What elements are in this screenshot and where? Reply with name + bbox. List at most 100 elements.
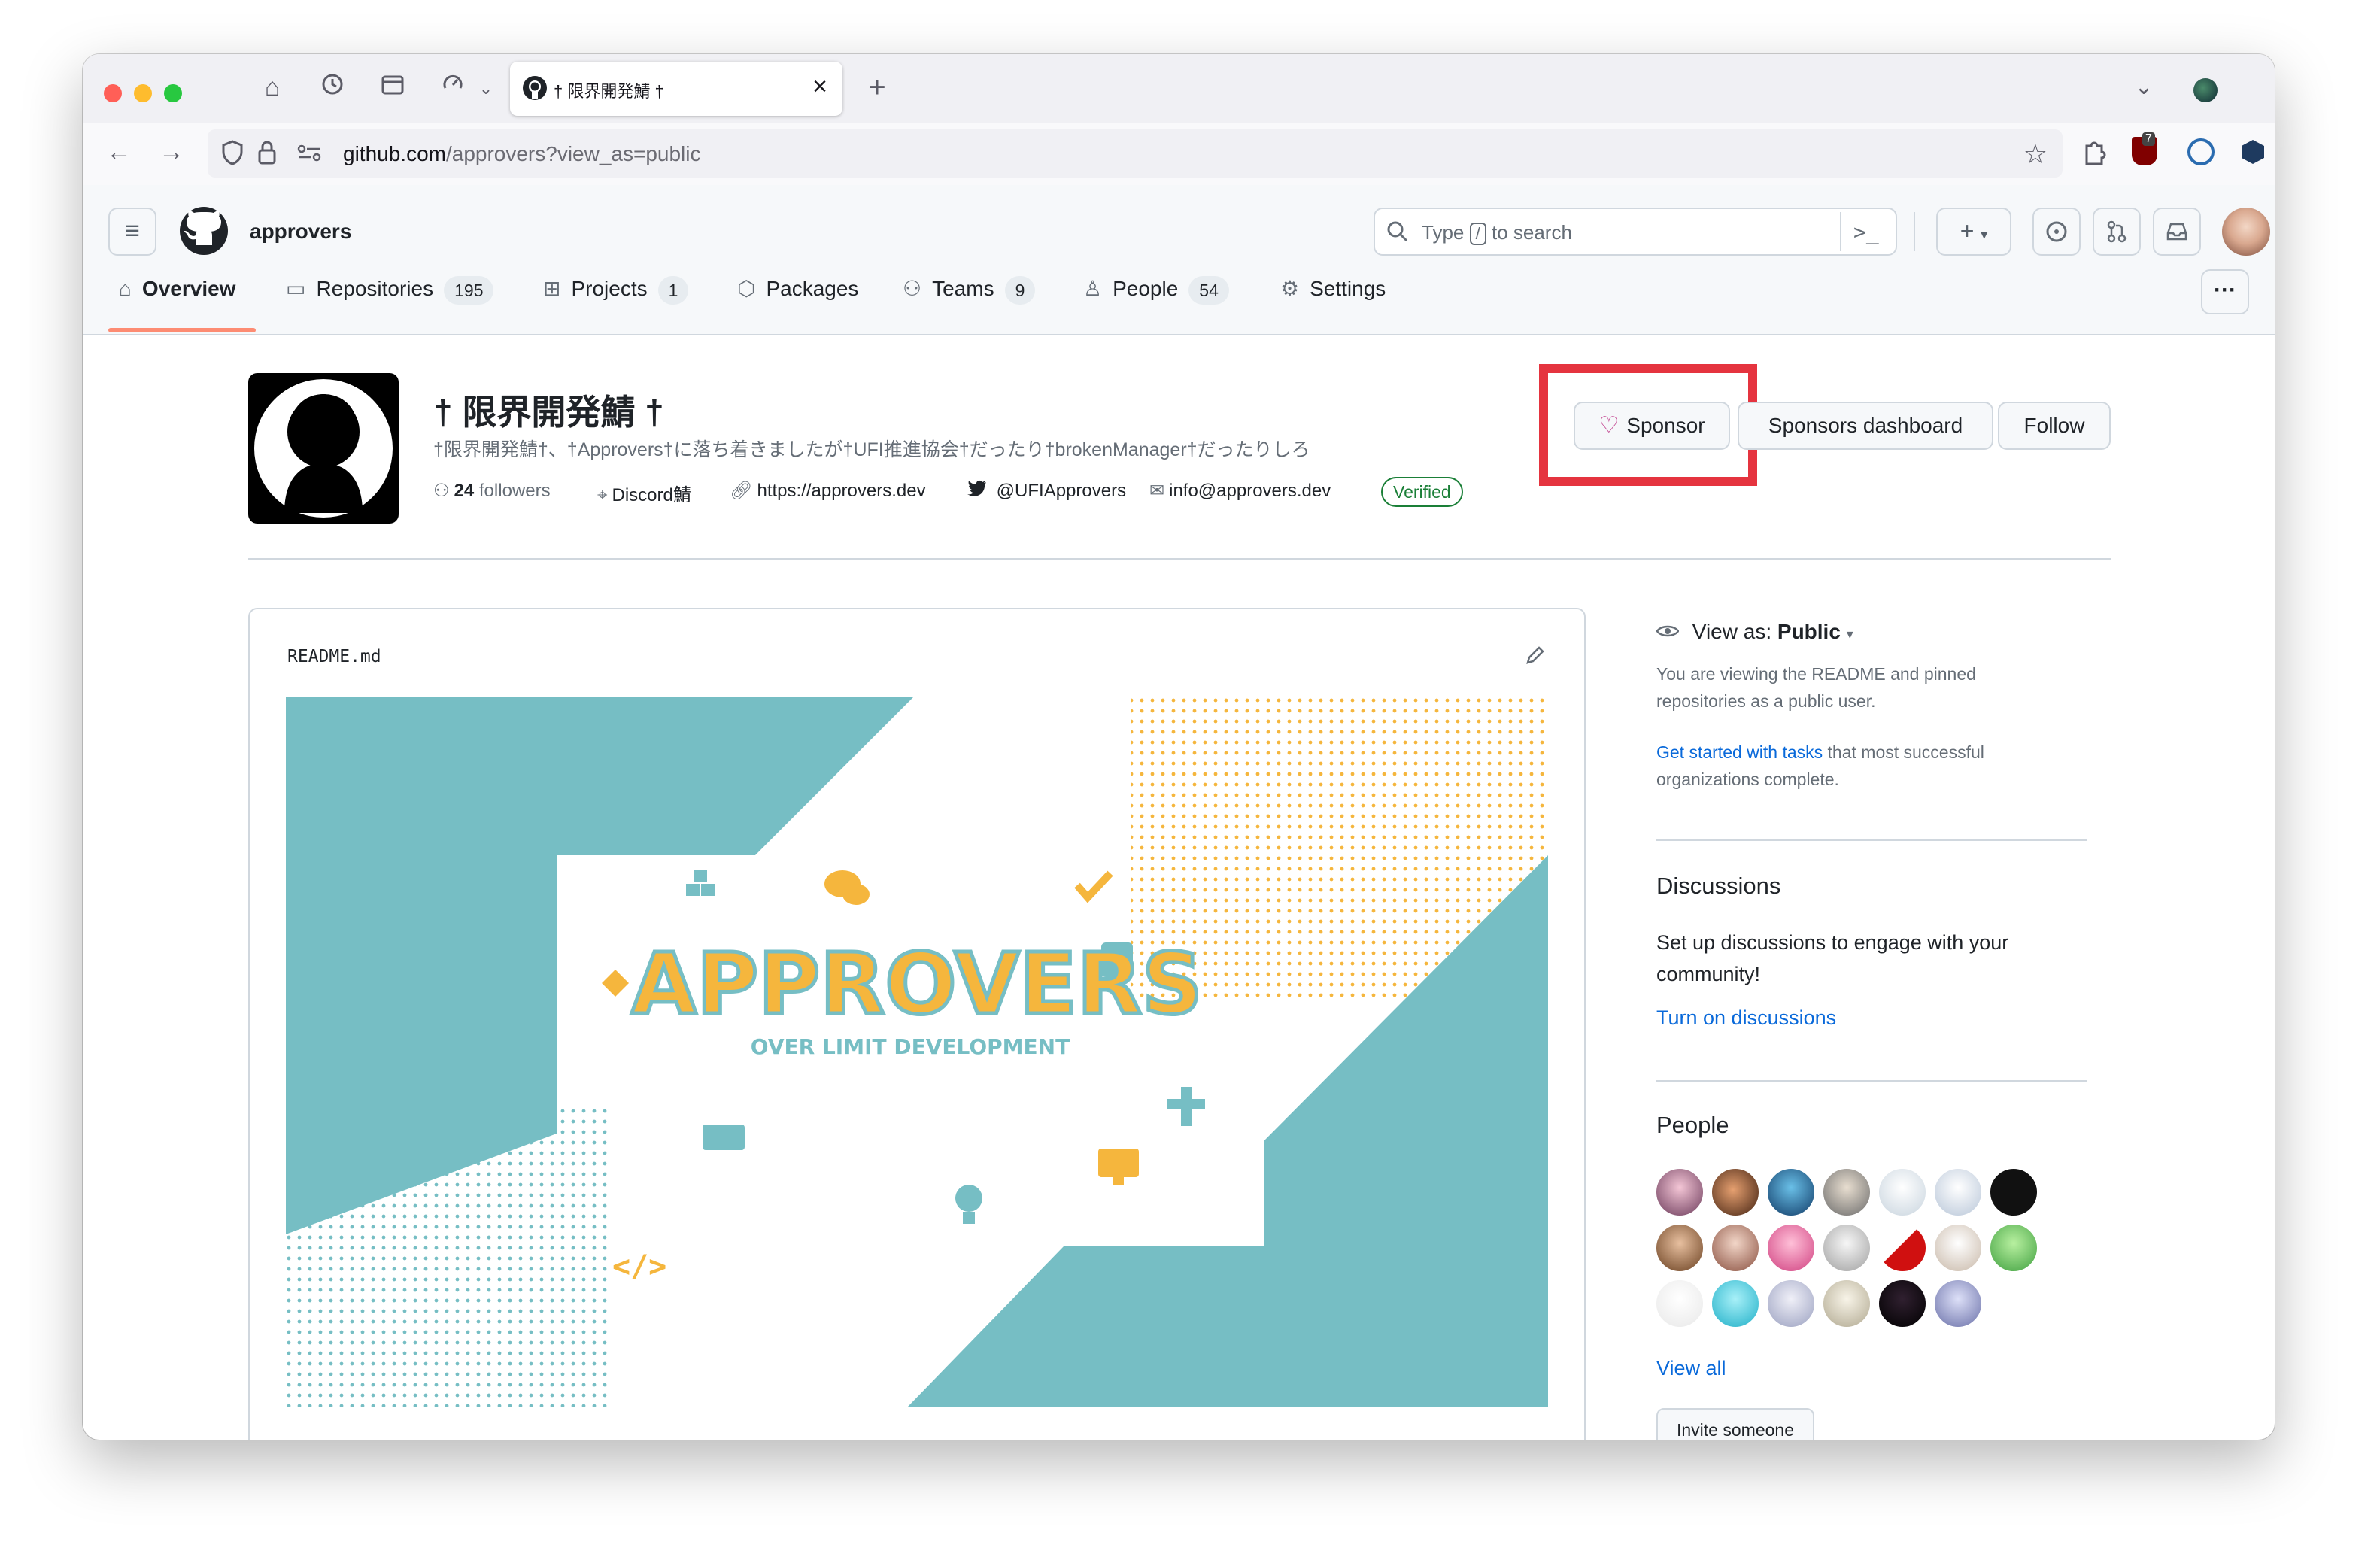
repo-icon: ▭ <box>286 277 306 300</box>
more-options-button[interactable]: ··· <box>2201 269 2249 314</box>
member-avatar[interactable] <box>1766 1279 1816 1328</box>
close-window-button[interactable] <box>104 84 122 102</box>
eye-icon <box>1656 620 1685 643</box>
github-logo-icon[interactable] <box>179 206 229 260</box>
forward-arrow-icon[interactable]: → <box>155 137 188 167</box>
get-started-link[interactable]: Get started with tasks <box>1656 742 1823 762</box>
search-icon <box>1386 220 1410 247</box>
member-avatar[interactable] <box>1989 1223 2038 1273</box>
turn-on-discussions-link[interactable]: Turn on discussions <box>1656 1006 1836 1030</box>
twitter-bird-icon <box>967 480 992 501</box>
profile-divider <box>248 558 2111 560</box>
member-avatar[interactable] <box>1822 1279 1872 1328</box>
svg-text:</>: </> <box>612 1249 666 1284</box>
member-avatar[interactable] <box>1655 1167 1705 1217</box>
tab-overview[interactable]: ⌂ Overview <box>119 268 235 310</box>
sponsors-dashboard-button[interactable]: Sponsors dashboard <box>1738 402 1993 450</box>
people-heading: People <box>1656 1112 1729 1138</box>
verified-badge[interactable]: Verified <box>1381 477 1463 507</box>
back-arrow-icon[interactable]: ← <box>102 137 135 167</box>
tab-repositories[interactable]: ▭ Repositories 195 <box>286 268 494 310</box>
view-as-dropdown[interactable]: View as: Public ▾ <box>1656 620 1853 644</box>
extension-badge: 7 <box>2142 132 2155 146</box>
pull-requests-button[interactable] <box>2093 208 2141 256</box>
address-bar[interactable]: github.com/approvers?view_as=public ☆ <box>208 129 2063 178</box>
location-pin-icon: ⌖ <box>597 485 608 505</box>
view-all-people-link[interactable]: View all <box>1656 1357 1726 1380</box>
org-display-name: † 限界開発鯖 † <box>433 393 664 432</box>
member-avatar[interactable] <box>1711 1167 1760 1217</box>
tab-groups-icon[interactable] <box>376 72 409 102</box>
org-description: †限界開発鯖†、†Approvers†に落ち着きましたが†UFI推進協会†だった… <box>433 439 1310 460</box>
history-icon[interactable] <box>316 72 349 102</box>
member-avatar[interactable] <box>1766 1167 1816 1217</box>
discussions-description: Set up discussions to engage with your c… <box>1656 931 2009 985</box>
issues-button[interactable] <box>2032 208 2081 256</box>
member-avatar[interactable] <box>1933 1223 1983 1273</box>
new-tab-icon[interactable]: + <box>861 72 894 102</box>
close-tab-icon[interactable]: × <box>812 72 827 102</box>
tab-teams[interactable]: ⚇ Teams 9 <box>903 268 1036 310</box>
member-avatar[interactable] <box>1822 1223 1872 1273</box>
edit-pencil-icon[interactable] <box>1524 644 1547 670</box>
tab-active[interactable]: † 限界開発鯖 † × <box>510 62 842 116</box>
email-link[interactable]: ✉ info@approvers.dev <box>1149 480 1331 502</box>
tab-projects[interactable]: ⊞ Projects 1 <box>543 268 689 310</box>
member-avatar[interactable] <box>1989 1167 2038 1217</box>
user-avatar[interactable] <box>2222 208 2270 256</box>
list-tabs-chevron-icon[interactable]: ⌄ <box>2127 72 2160 102</box>
follow-button[interactable]: Follow <box>1998 402 2111 450</box>
member-avatar[interactable] <box>1766 1223 1816 1273</box>
home-icon: ⌂ <box>119 277 132 300</box>
global-nav-menu-button[interactable]: ≡ <box>108 208 156 256</box>
hex-extension-icon[interactable] <box>2242 140 2264 164</box>
member-avatar[interactable] <box>1711 1279 1760 1328</box>
banner-subtitle: OVER LIMIT DEVELOPMENT <box>751 1034 1070 1059</box>
home-icon[interactable]: ⌂ <box>256 72 289 102</box>
github-favicon-icon <box>522 75 548 105</box>
member-avatar[interactable] <box>1711 1223 1760 1273</box>
create-new-button[interactable]: + ▾ <box>1936 208 2011 256</box>
followers-link[interactable]: ⚇ 24 followers <box>433 480 551 502</box>
tab-people[interactable]: ♙ People 54 <box>1083 268 1229 310</box>
member-avatar[interactable] <box>1878 1279 1927 1328</box>
command-palette-icon[interactable]: >_ <box>1853 220 1879 244</box>
zoom-window-button[interactable] <box>164 84 182 102</box>
banner-title: APPROVERS <box>631 936 1202 1033</box>
view-as-description: You are viewing the README and pinned re… <box>1656 664 1976 711</box>
member-avatar[interactable] <box>1878 1223 1927 1273</box>
twitter-link[interactable]: @UFIApprovers <box>967 480 1126 502</box>
search-input[interactable]: Type / to search >_ <box>1374 208 1897 256</box>
tab-title: † 限界開発鯖 † <box>554 82 664 101</box>
account-avatar-icon[interactable] <box>2193 78 2218 102</box>
org-avatar <box>248 373 399 524</box>
tab-settings[interactable]: ⚙ Settings <box>1280 268 1386 310</box>
member-avatar[interactable] <box>1933 1167 1983 1217</box>
tracking-shield-icon[interactable] <box>221 140 244 169</box>
url-text[interactable]: github.com/approvers?view_as=public <box>343 142 701 166</box>
person-icon: ♙ <box>1083 277 1103 300</box>
extensions-puzzle-icon[interactable] <box>2081 138 2108 171</box>
member-avatar[interactable] <box>1655 1279 1705 1328</box>
website-link[interactable]: 🔗︎ https://approvers.dev <box>730 480 926 502</box>
chevron-down-icon[interactable]: ⌄ <box>469 74 502 104</box>
minimize-window-button[interactable] <box>134 84 152 102</box>
people-icon: ⚇ <box>433 481 450 501</box>
org-name-link[interactable]: approvers <box>250 220 351 244</box>
member-avatar[interactable] <box>1878 1167 1927 1217</box>
permissions-icon[interactable] <box>296 143 322 166</box>
bookmark-star-icon[interactable]: ☆ <box>2023 138 2048 170</box>
ublock-shield-icon[interactable]: 7 <box>2132 132 2157 165</box>
invite-someone-button[interactable]: Invite someone <box>1656 1408 1814 1440</box>
discussions-heading: Discussions <box>1656 873 1781 899</box>
member-avatar[interactable] <box>1655 1223 1705 1273</box>
member-avatar[interactable] <box>1822 1167 1872 1217</box>
password-manager-icon[interactable] <box>2187 138 2215 165</box>
tab-packages[interactable]: ⬡ Packages <box>737 268 858 310</box>
lock-icon[interactable] <box>257 140 277 169</box>
table-icon: ⊞ <box>543 277 561 300</box>
sponsor-highlight-annotation <box>1539 364 1757 486</box>
inbox-notifications-button[interactable] <box>2153 208 2201 256</box>
member-avatar[interactable] <box>1933 1279 1983 1328</box>
sync-icon[interactable] <box>436 72 469 102</box>
